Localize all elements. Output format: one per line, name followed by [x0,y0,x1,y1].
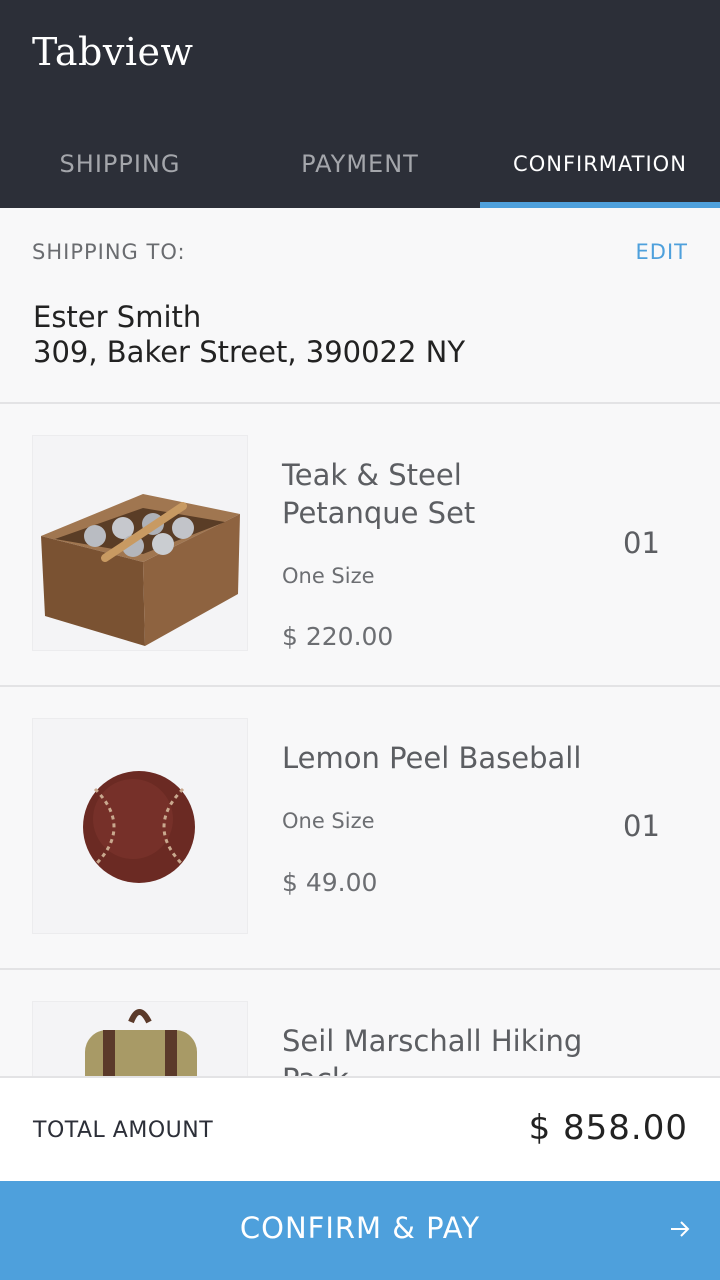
order-item: Teak & Steel Petanque Set One Size $ 220… [0,404,720,687]
shipping-to-label: SHIPPING TO: [32,240,186,264]
order-item: Seil Marschall Hiking Pack [0,970,720,1076]
total-amount-value: $ 858.00 [528,1108,688,1148]
item-name: Seil Marschall Hiking Pack [282,1024,583,1076]
order-item: Lemon Peel Baseball One Size $ 49.00 01 [0,687,720,970]
arrow-right-icon [668,1217,692,1245]
shipping-section: SHIPPING TO: EDIT Ester Smith 309, Baker… [0,208,720,404]
item-price: $ 220.00 [282,622,394,651]
item-quantity: 01 [623,526,660,560]
total-amount-label: TOTAL AMOUNT [33,1118,214,1143]
tab-shipping[interactable]: SHIPPING [0,120,240,208]
total-bar: TOTAL AMOUNT $ 858.00 [0,1076,720,1183]
item-name: Teak & Steel Petanque Set [282,458,476,530]
item-name: Lemon Peel Baseball [282,741,582,775]
item-price: $ 49.00 [282,868,378,897]
tab-payment[interactable]: PAYMENT [240,120,480,208]
petanque-set-image [33,436,247,650]
item-size: One Size [282,809,375,833]
item-size: One Size [282,564,375,588]
app-title: Tabview [32,30,194,74]
hiking-pack-image [33,1002,247,1076]
item-quantity: 01 [623,809,660,843]
app-bar: Tabview SHIPPING PAYMENT CONFIRMATION [0,0,720,208]
confirm-and-pay-label: CONFIRM & PAY [239,1211,481,1245]
edit-shipping-button[interactable]: EDIT [636,240,688,264]
baseball-image [33,719,247,933]
order-items-list[interactable]: Teak & Steel Petanque Set One Size $ 220… [0,404,720,1076]
recipient-name: Ester Smith [33,300,202,334]
confirm-and-pay-button[interactable]: CONFIRM & PAY [0,1181,720,1280]
recipient-address: 309, Baker Street, 390022 NY [33,335,466,369]
tab-bar: SHIPPING PAYMENT CONFIRMATION [0,120,720,208]
tab-confirmation[interactable]: CONFIRMATION [480,120,720,208]
